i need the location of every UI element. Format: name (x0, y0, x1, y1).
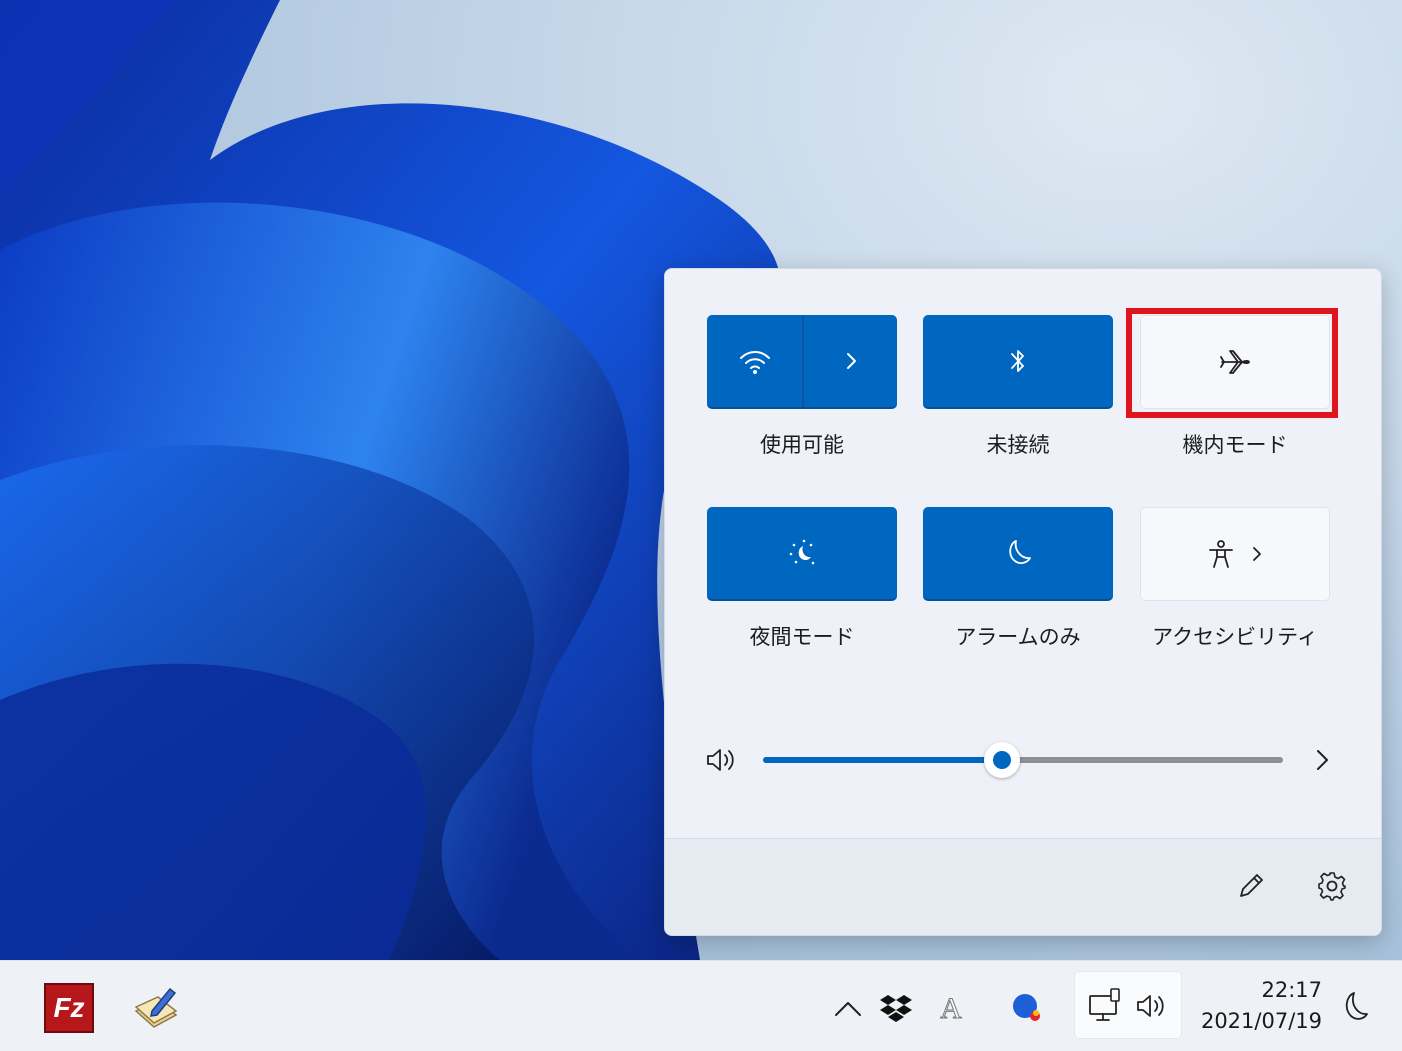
taskbar-app-notepad[interactable] (130, 981, 182, 1033)
bluetooth-tile-label: 未接続 (986, 433, 1050, 457)
volume-row (665, 729, 1381, 789)
taskbar-clock[interactable]: 22:17 2021/07/19 (1188, 975, 1322, 1039)
volume-output-expand-icon[interactable] (1312, 746, 1332, 774)
bluetooth-tile[interactable] (923, 315, 1113, 409)
quick-settings-panel: 使用可能 未接続 機内モード 夜間モード アラームのみ アクセシビリティ (664, 268, 1382, 936)
quick-settings-footer (665, 838, 1381, 935)
wifi-icon (739, 351, 770, 374)
moon-icon (1009, 540, 1031, 565)
focus-assist-tile-label: アラームのみ (955, 625, 1081, 649)
clock-time: 22:17 (1261, 978, 1322, 1002)
airplane-mode-tile[interactable] (1140, 315, 1330, 409)
filezilla-icon: Fz (53, 992, 85, 1023)
night-light-tile-label: 夜間モード (749, 625, 855, 649)
speaker-icon (1137, 995, 1164, 1017)
dropbox-icon[interactable] (879, 993, 913, 1023)
taskbar: Fz A 22:17 2021/07/19 (0, 960, 1402, 1051)
airplane-icon (1220, 350, 1250, 374)
ime-indicator-text: A (940, 992, 963, 1026)
speaker-icon[interactable] (705, 746, 737, 774)
pencil-icon[interactable] (1235, 870, 1267, 902)
chevron-right-icon[interactable] (1251, 544, 1263, 564)
volume-slider-fill (763, 757, 1003, 763)
night-light-tile[interactable] (707, 507, 897, 601)
wifi-tile[interactable] (707, 315, 897, 409)
focus-assist-tile[interactable] (923, 507, 1113, 601)
clock-date: 2021/07/19 (1200, 1009, 1322, 1033)
wifi-tile-label: 使用可能 (760, 433, 844, 457)
system-tray-quick-settings-button[interactable] (1074, 971, 1182, 1039)
accessibility-icon (1209, 540, 1233, 568)
ime-indicator[interactable]: A (936, 991, 966, 1027)
chevron-up-icon[interactable] (833, 999, 863, 1019)
chevron-right-icon (846, 353, 856, 369)
network-icon (1089, 988, 1120, 1021)
night-light-icon (789, 539, 815, 565)
colored-dot-icon[interactable] (1010, 991, 1044, 1025)
volume-slider-thumb-dot (993, 751, 1012, 769)
bluetooth-icon (1011, 350, 1024, 372)
accessibility-tile-label: アクセシビリティ (1152, 625, 1318, 649)
volume-slider-thumb[interactable] (984, 742, 1021, 778)
wifi-toggle[interactable] (707, 315, 802, 407)
notepad-pencil-icon (134, 987, 178, 1028)
wifi-expand-button[interactable] (804, 315, 897, 407)
gear-icon[interactable] (1316, 870, 1348, 902)
volume-slider-track[interactable] (763, 757, 1283, 763)
accessibility-tile[interactable] (1140, 507, 1330, 601)
taskbar-app-filezilla[interactable]: Fz (44, 983, 94, 1033)
focus-moon-icon[interactable] (1336, 989, 1370, 1025)
airplane-mode-tile-label: 機内モード (1182, 433, 1288, 457)
